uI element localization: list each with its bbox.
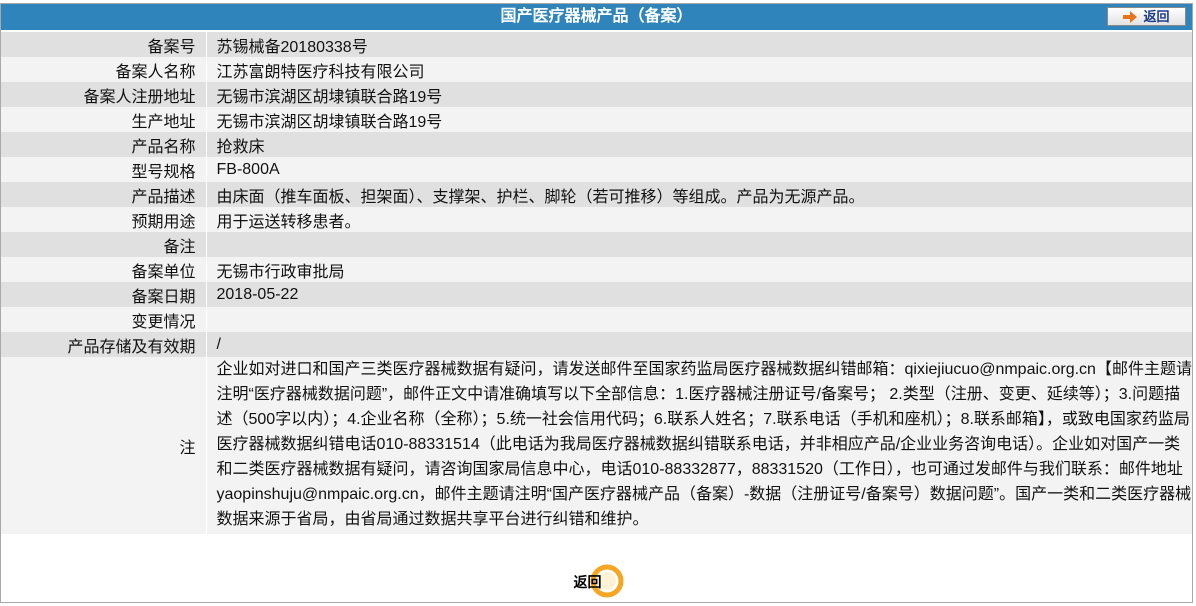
field-value: 抢救床 xyxy=(206,132,1192,157)
table-row: 预期用途 用于运送转移患者。 xyxy=(1,207,1192,232)
field-label: 变更情况 xyxy=(1,307,207,332)
table-row: 备案号 苏锡械备20180338号 xyxy=(1,32,1192,57)
table-row: 产品名称 抢救床 xyxy=(1,132,1192,157)
detail-panel: 国产医疗器械产品（备案） 返回 备案号 苏锡械备20180338号 备案人名称 江苏富… xyxy=(0,3,1193,603)
field-value: 由床面（推车面板、担架面）、支撑架、护栏、脚轮（若可推移）等组成。产品为无源产品… xyxy=(206,182,1192,207)
field-label: 备案日期 xyxy=(1,282,207,307)
note-label: 注 xyxy=(1,357,207,534)
table-row: 变更情况 xyxy=(1,307,1192,332)
field-value: 无锡市行政审批局 xyxy=(206,257,1192,282)
arrow-right-icon xyxy=(1123,10,1138,23)
field-value: / xyxy=(206,332,1192,357)
field-value: 苏锡械备20180338号 xyxy=(206,32,1192,57)
back-button-top[interactable]: 返回 xyxy=(1107,7,1186,26)
table-row: 备注 xyxy=(1,232,1192,257)
table-row: 产品描述 由床面（推车面板、担架面）、支撑架、护栏、脚轮（若可推移）等组成。产品为… xyxy=(1,182,1192,207)
table-row: 备案人名称 江苏富朗特医疗科技有限公司 xyxy=(1,57,1192,82)
field-label: 产品名称 xyxy=(1,132,207,157)
page-header: 国产医疗器械产品（备案） 返回 xyxy=(1,4,1192,30)
field-value: 用于运送转移患者。 xyxy=(206,207,1192,232)
field-label: 产品描述 xyxy=(1,182,207,207)
table-row: 生产地址 无锡市滨湖区胡埭镇联合路19号 xyxy=(1,107,1192,132)
record-table: 备案号 苏锡械备20180338号 备案人名称 江苏富朗特医疗科技有限公司 备案人注册地… xyxy=(1,32,1192,534)
field-value: 江苏富朗特医疗科技有限公司 xyxy=(206,57,1192,82)
footer: 返回 xyxy=(1,561,1192,601)
field-label: 备案人注册地址 xyxy=(1,82,207,107)
field-label: 生产地址 xyxy=(1,107,207,132)
note-text: 企业如对进口和国产三类医疗器械数据有疑问，请发送邮件至国家药监局医疗器械数据纠错… xyxy=(206,357,1192,534)
field-value: 2018-05-22 xyxy=(206,282,1192,307)
page-title: 国产医疗器械产品（备案） xyxy=(500,8,693,25)
field-value xyxy=(206,232,1192,257)
field-label: 预期用途 xyxy=(1,207,207,232)
field-label: 备注 xyxy=(1,232,207,257)
table-row: 型号规格 FB-800A xyxy=(1,157,1192,182)
field-label: 产品存储及有效期 xyxy=(1,332,207,357)
field-label: 型号规格 xyxy=(1,157,207,182)
table-row: 备案日期 2018-05-22 xyxy=(1,282,1192,307)
field-value: 无锡市滨湖区胡埭镇联合路19号 xyxy=(206,107,1192,132)
field-value: 无锡市滨湖区胡埭镇联合路19号 xyxy=(206,82,1192,107)
field-label: 备案号 xyxy=(1,32,207,57)
note-row: 注 企业如对进口和国产三类医疗器械数据有疑问，请发送邮件至国家药监局医疗器械数据… xyxy=(1,357,1192,534)
table-row: 备案人注册地址 无锡市滨湖区胡埭镇联合路19号 xyxy=(1,82,1192,107)
field-value xyxy=(206,307,1192,332)
field-label: 备案单位 xyxy=(1,257,207,282)
field-value: FB-800A xyxy=(206,157,1192,182)
back-button-bottom-label: 返回 xyxy=(573,574,602,590)
back-button-top-label: 返回 xyxy=(1143,8,1170,24)
table-row: 备案单位 无锡市行政审批局 xyxy=(1,257,1192,282)
back-button-bottom[interactable]: 返回 xyxy=(567,564,627,598)
field-label: 备案人名称 xyxy=(1,57,207,82)
table-row: 产品存储及有效期 / xyxy=(1,332,1192,357)
